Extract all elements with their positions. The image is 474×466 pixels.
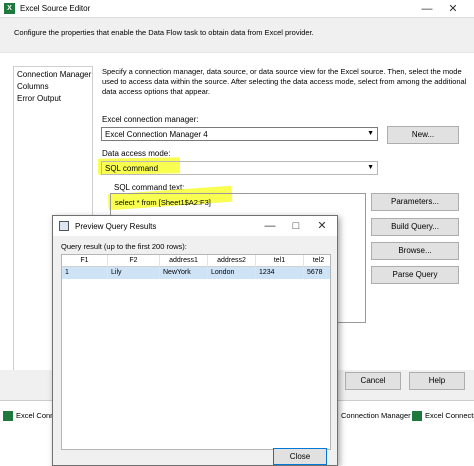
table-cell: Lily [108, 267, 160, 279]
nav-item-columns[interactable]: Columns [14, 79, 92, 91]
column-header[interactable]: tel2 [304, 255, 330, 267]
excel-icon [412, 411, 422, 422]
data-access-mode-value: SQL command [105, 164, 159, 173]
window-icon [59, 221, 69, 231]
minimize-icon[interactable]: — [263, 219, 277, 233]
nav-item-connection-manager[interactable]: Connection Manager [14, 67, 92, 79]
column-header[interactable]: F1 [62, 255, 108, 267]
minimize-icon[interactable]: — [420, 2, 434, 16]
build-query-button[interactable]: Build Query... [371, 218, 459, 236]
connection-item-right-1-label: Connection Manager 3 [341, 411, 417, 420]
editor-description: Configure the properties that enable the… [14, 28, 314, 37]
window-titlebar: X Excel Source Editor — ✕ [0, 0, 474, 18]
panel-intro: Specify a connection manager, data sourc… [102, 67, 467, 96]
new-connection-button[interactable]: New... [387, 126, 459, 144]
query-result-label: Query result (up to the first 200 rows): [61, 242, 187, 251]
table-cell: London [208, 267, 256, 279]
connection-item-left[interactable]: Excel Conn [3, 411, 55, 422]
data-access-mode-select[interactable]: SQL command ▼ [101, 161, 378, 175]
grid-header-row: F1 F2 address1 address2 tel1 tel2 [62, 255, 330, 267]
preview-query-results-dialog: Preview Query Results — □ ✕ Query result… [52, 215, 338, 466]
excel-icon [3, 411, 13, 422]
table-row[interactable]: 1 Lily NewYork London 1234 5678 [62, 267, 330, 279]
browse-button[interactable]: Browse... [371, 242, 459, 260]
column-header[interactable]: address2 [208, 255, 256, 267]
close-button[interactable]: Close [273, 448, 327, 465]
connection-manager-value: Excel Connection Manager 4 [105, 130, 208, 139]
close-icon[interactable]: ✕ [315, 219, 329, 233]
column-header[interactable]: F2 [108, 255, 160, 267]
dialog-title: Preview Query Results [75, 222, 157, 231]
results-grid[interactable]: F1 F2 address1 address2 tel1 tel2 1 Lily… [61, 254, 331, 450]
dialog-titlebar: Preview Query Results — □ ✕ [53, 216, 337, 236]
cancel-button[interactable]: Cancel [345, 372, 401, 390]
parse-query-button[interactable]: Parse Query [371, 266, 459, 284]
chevron-down-icon: ▼ [367, 164, 374, 171]
sql-command-text: select * from [Sheet1$A2:F3] [115, 198, 211, 207]
connection-manager-select[interactable]: Excel Connection Manager 4 ▼ [101, 127, 378, 141]
connection-item-right-2[interactable]: Excel Connection [412, 411, 474, 422]
help-button[interactable]: Help [409, 372, 465, 390]
window-title: Excel Source Editor [20, 4, 91, 13]
table-cell: NewYork [160, 267, 208, 279]
close-icon[interactable]: ✕ [446, 2, 460, 16]
maximize-icon[interactable]: □ [289, 219, 303, 233]
connection-item-left-label: Excel Conn [16, 411, 55, 420]
table-cell: 5678 [304, 267, 330, 279]
column-header[interactable]: tel1 [256, 255, 304, 267]
table-cell: 1 [62, 267, 108, 279]
column-header[interactable]: address1 [160, 255, 208, 267]
connection-item-right-2-label: Excel Connection [425, 411, 474, 420]
chevron-down-icon: ▼ [367, 130, 374, 137]
table-cell: 1234 [256, 267, 304, 279]
connection-manager-label: Excel connection manager: [102, 115, 199, 124]
excel-icon: X [4, 3, 15, 14]
parameters-button[interactable]: Parameters... [371, 193, 459, 211]
nav-item-error-output[interactable]: Error Output [14, 91, 92, 103]
connection-item-right-1[interactable]: Connection Manager 3 [341, 411, 417, 420]
